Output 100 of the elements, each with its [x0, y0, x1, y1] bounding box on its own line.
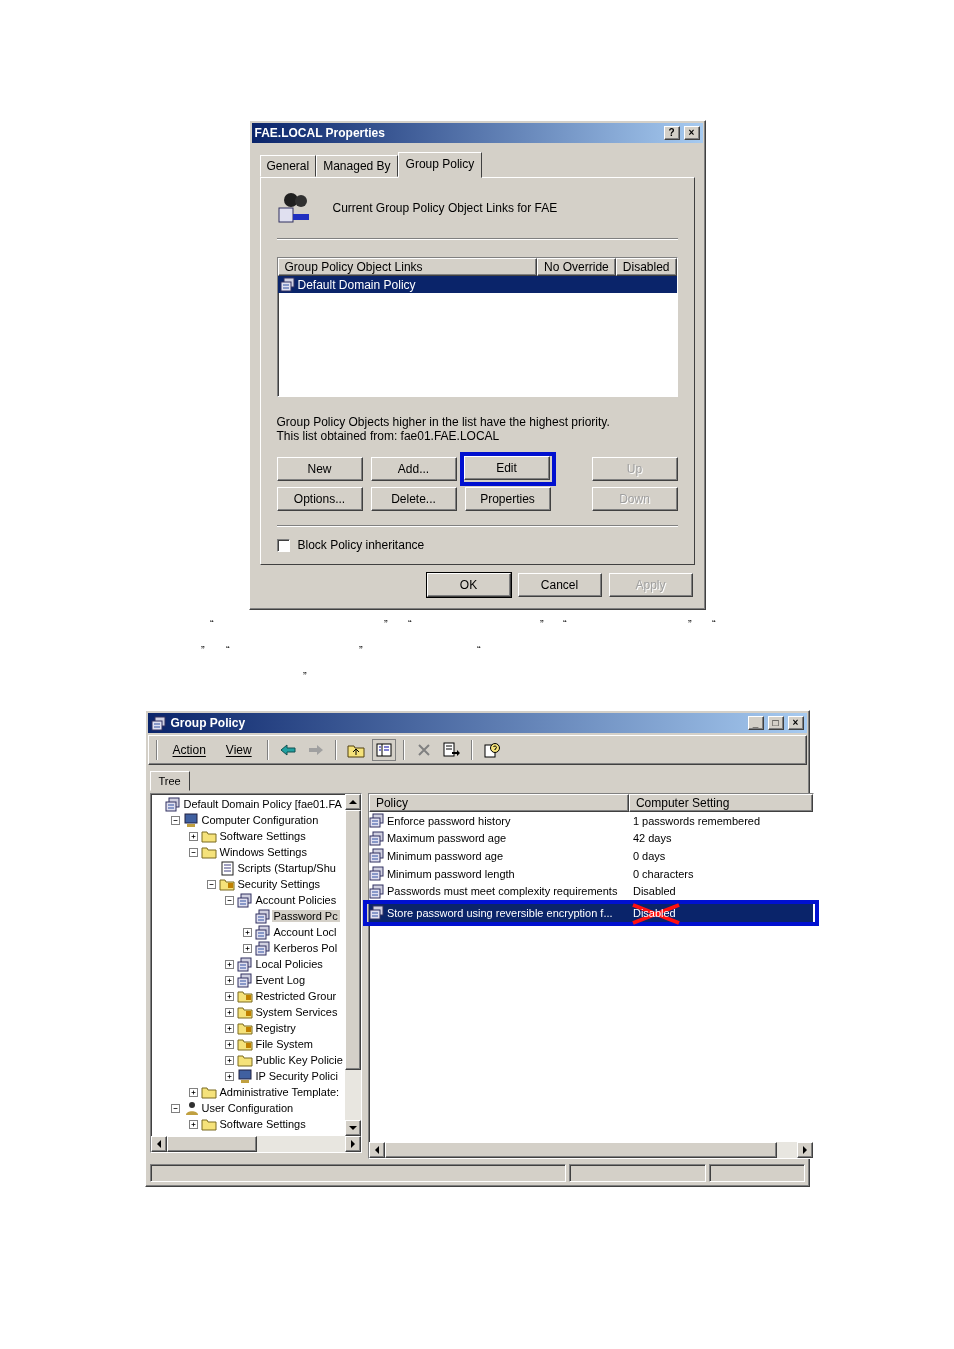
tree-item[interactable]: Public Key Policie — [253, 1054, 345, 1066]
expand-icon[interactable] — [242, 943, 252, 953]
policy-icon — [254, 908, 271, 924]
column-header[interactable]: No Override — [537, 258, 616, 276]
lock-folder-icon — [218, 876, 235, 892]
column-header[interactable]: Policy — [368, 794, 629, 812]
tree-item[interactable]: IP Security Polici — [253, 1070, 340, 1082]
policy-icon — [164, 796, 181, 812]
tree-item[interactable]: Scripts (Startup/Shu — [235, 862, 338, 874]
tree-item[interactable]: Default Domain Policy [fae01.FA — [181, 798, 344, 810]
scroll-up-button[interactable] — [344, 794, 361, 810]
tree-item[interactable]: Software Settings — [217, 830, 308, 842]
computer-icon — [182, 812, 199, 828]
expand-icon[interactable] — [188, 1087, 198, 1097]
expand-icon[interactable] — [224, 1071, 234, 1081]
folder-icon — [236, 1053, 253, 1067]
tree-item[interactable]: Account Locl — [271, 926, 339, 938]
scroll-left-button[interactable] — [368, 1142, 385, 1158]
collapse-icon[interactable] — [224, 895, 234, 905]
tree-item[interactable]: Software Settings — [217, 1118, 308, 1130]
tree-toggle-icon[interactable] — [371, 739, 396, 761]
folder-icon — [200, 845, 217, 859]
tree-item[interactable]: Account Policies — [253, 894, 339, 906]
policy-icon — [368, 813, 385, 829]
tree-item[interactable]: User Configuration — [199, 1102, 296, 1114]
policy-icon — [368, 866, 385, 882]
tree-item[interactable]: Administrative Template: — [217, 1086, 342, 1098]
window-title: FAE.LOCAL Properties — [254, 126, 386, 140]
policy-icon — [368, 830, 385, 846]
checkbox-label[interactable]: Block Policy inheritance — [297, 538, 425, 552]
policy-icon — [150, 715, 167, 731]
dialog-button[interactable]: Add... — [370, 457, 457, 481]
expand-icon[interactable] — [224, 991, 234, 1001]
scroll-left-button[interactable] — [150, 1136, 167, 1152]
lock-folder-icon — [236, 1004, 253, 1020]
expand-icon[interactable] — [224, 959, 234, 969]
column-header[interactable]: Computer Setting — [628, 794, 813, 812]
tree-tab[interactable]: Tree — [149, 771, 190, 791]
folder-icon — [200, 1117, 217, 1131]
tree-item[interactable]: Restricted Grour — [253, 990, 339, 1002]
tree-item[interactable]: Computer Configuration — [199, 814, 321, 826]
menu-item[interactable]: Action — [164, 741, 214, 759]
dialog-button[interactable]: OK — [426, 573, 511, 597]
lock-folder-icon — [236, 1036, 253, 1052]
heading-text: Current Group Policy Object Links for FAE — [332, 201, 558, 215]
scroll-thumb[interactable] — [344, 810, 361, 1070]
expand-icon[interactable] — [224, 975, 234, 985]
tree-item[interactable]: Registry — [253, 1022, 298, 1034]
checkbox[interactable] — [276, 538, 290, 552]
tree-item[interactable]: Local Policies — [253, 958, 325, 970]
tree-item[interactable]: System Services — [253, 1006, 340, 1018]
tree-item[interactable]: Password Pc — [271, 910, 340, 922]
tree-item[interactable]: Security Settings — [235, 878, 323, 890]
dialog-button[interactable]: Cancel — [517, 573, 602, 597]
tree-item[interactable]: Windows Settings — [217, 846, 309, 858]
dialog-button[interactable]: Delete... — [370, 487, 457, 511]
tree-item[interactable]: Event Log — [253, 974, 308, 986]
close-button[interactable]: × — [683, 126, 700, 140]
close-button[interactable]: × — [787, 716, 804, 730]
dialog-button[interactable]: Options... — [276, 487, 363, 511]
scroll-down-button[interactable] — [344, 1120, 361, 1136]
tree-item[interactable]: File System — [253, 1038, 315, 1050]
policy-icon — [368, 848, 385, 864]
expand-icon[interactable] — [224, 1055, 234, 1065]
list-row[interactable]: Default Domain Policy — [277, 276, 677, 293]
column-header[interactable]: Group Policy Object Links — [277, 258, 538, 276]
column-header[interactable]: Disabled — [615, 258, 677, 276]
vertical-scrollbar[interactable] — [344, 794, 361, 1136]
policy-icon — [279, 277, 296, 292]
tab[interactable]: General — [259, 155, 317, 177]
dialog-button[interactable]: Properties — [464, 487, 551, 511]
policy-icon — [368, 883, 385, 899]
expand-icon[interactable] — [242, 927, 252, 937]
help-button[interactable]: ? — [663, 126, 680, 140]
expand-icon[interactable] — [188, 1119, 198, 1129]
expand-icon[interactable] — [188, 831, 198, 841]
menu-item[interactable]: View — [217, 741, 260, 759]
collapse-icon[interactable] — [170, 815, 180, 825]
horizontal-scrollbar[interactable] — [150, 1136, 361, 1152]
minimize-button[interactable]: _ — [747, 716, 764, 730]
quote-mark: ” — [688, 618, 692, 630]
quote-mark: “ — [210, 618, 214, 630]
collapse-icon[interactable] — [170, 1103, 180, 1113]
scroll-right-button[interactable] — [344, 1136, 361, 1152]
tab[interactable]: Group Policy — [397, 152, 483, 178]
tab[interactable]: Managed By — [316, 155, 398, 177]
expand-icon[interactable] — [224, 1023, 234, 1033]
maximize-button[interactable]: □ — [767, 716, 784, 730]
script-icon — [218, 860, 235, 876]
expand-icon[interactable] — [224, 1007, 234, 1017]
expand-icon[interactable] — [224, 1039, 234, 1049]
collapse-icon[interactable] — [206, 879, 216, 889]
scroll-thumb[interactable] — [166, 1136, 257, 1152]
quote-mark: ” — [384, 618, 388, 630]
policy-icon — [236, 956, 253, 972]
collapse-icon[interactable] — [188, 847, 198, 857]
scroll-right-button[interactable] — [796, 1142, 813, 1158]
dialog-button[interactable]: New — [276, 457, 363, 481]
tree-item[interactable]: Kerberos Pol — [271, 942, 340, 954]
dialog-button[interactable]: Edit — [463, 456, 550, 480]
